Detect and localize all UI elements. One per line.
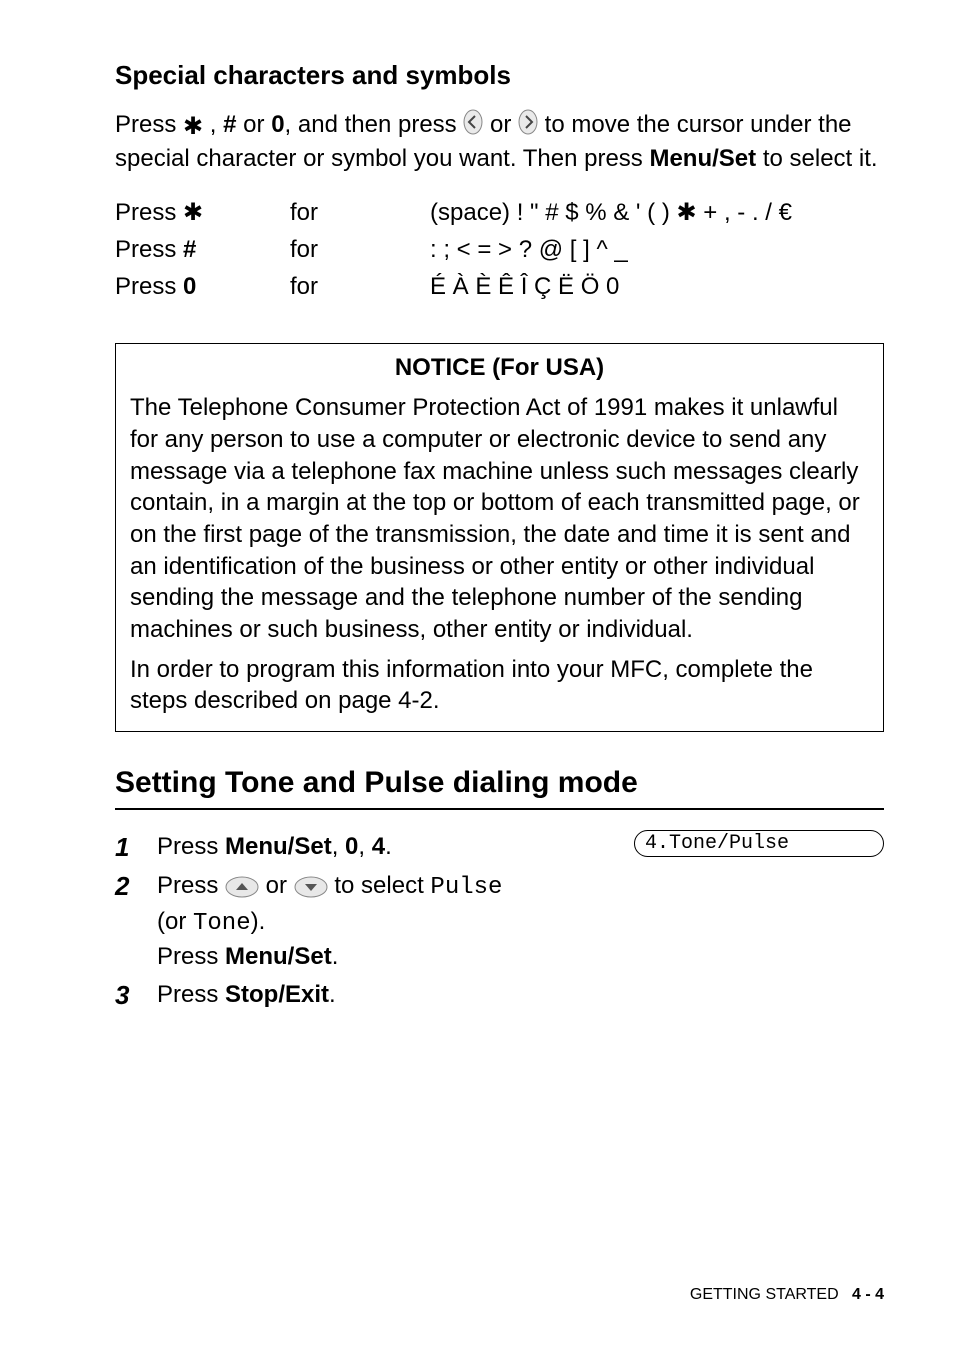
step-number: 3 xyxy=(115,978,157,1013)
cell-text: : ; < = > ? @ [ ] ^ _ xyxy=(430,231,884,268)
step-number: 1 xyxy=(115,830,157,865)
cell-text: Press xyxy=(115,273,183,300)
text: . xyxy=(385,833,392,860)
cursor-right-icon xyxy=(518,109,538,135)
text: Press xyxy=(157,872,225,899)
cell-text: (space) ! " # $ % & ' ( ) ✱ + , - . / € xyxy=(430,194,884,231)
cell-text: for xyxy=(290,268,430,305)
notice-title: NOTICE (For USA) xyxy=(130,354,869,382)
cell-text: for xyxy=(290,194,430,231)
section-heading: Setting Tone and Pulse dialing mode xyxy=(115,766,884,800)
text: (or xyxy=(157,908,193,935)
hash-key: # xyxy=(223,111,236,138)
table-row: Press # for : ; < = > ? @ [ ] ^ _ xyxy=(115,231,884,268)
text: , xyxy=(203,111,223,138)
option-pulse: Pulse xyxy=(430,874,502,901)
step-number: 2 xyxy=(115,869,157,904)
star-key-icon: ✱ xyxy=(183,111,203,143)
cell-text: for xyxy=(290,231,430,268)
page-footer: GETTING STARTED 4 - 4 xyxy=(690,1286,884,1304)
text: , and then press xyxy=(285,111,464,138)
lcd-display: 4.Tone/Pulse xyxy=(634,830,884,857)
text: . xyxy=(332,943,339,970)
text: Press xyxy=(115,111,183,138)
cell-text: É À È Ê Î Ç Ë Ö 0 xyxy=(430,268,884,305)
intro-paragraph: Press ✱ , # or 0, and then press or to m… xyxy=(115,109,884,176)
hash-key: # xyxy=(183,236,196,263)
text: Press xyxy=(157,943,225,970)
table-row: Press 0 for É À È Ê Î Ç Ë Ö 0 xyxy=(115,268,884,305)
footer-section-label: GETTING STARTED xyxy=(690,1286,839,1303)
cursor-down-icon xyxy=(294,876,328,898)
option-tone: Tone xyxy=(193,910,251,937)
key-label: 0 xyxy=(345,833,358,860)
special-char-table: Press ✱ for (space) ! " # $ % & ' ( ) ✱ … xyxy=(115,194,884,306)
text: , xyxy=(358,833,371,860)
zero-key: 0 xyxy=(183,273,196,300)
steps-list: 4.Tone/Pulse 1 Press Menu/Set, 0, 4. 2 P… xyxy=(115,830,884,1013)
text: Press xyxy=(157,981,225,1008)
key-label: 4 xyxy=(372,833,385,860)
menu-set-label: Menu/Set xyxy=(649,145,756,172)
text: to select it. xyxy=(756,145,877,172)
special-characters-heading: Special characters and symbols xyxy=(115,60,884,91)
notice-paragraph: In order to program this information int… xyxy=(130,654,869,717)
step-2: 2 Press or to select Pulse (or Tone). Pr… xyxy=(115,869,884,974)
table-row: Press ✱ for (space) ! " # $ % & ' ( ) ✱ … xyxy=(115,194,884,231)
stop-exit-label: Stop/Exit xyxy=(225,981,329,1008)
menu-set-label: Menu/Set xyxy=(225,943,332,970)
text: or xyxy=(237,111,272,138)
cursor-left-icon xyxy=(463,109,483,135)
section-rule xyxy=(115,808,884,810)
text: or xyxy=(483,111,518,138)
step-3: 3 Press Stop/Exit. xyxy=(115,978,884,1013)
cell-text: Press xyxy=(115,199,183,226)
menu-set-label: Menu/Set xyxy=(225,833,332,860)
notice-box: NOTICE (For USA) The Telephone Consumer … xyxy=(115,343,884,732)
zero-key: 0 xyxy=(271,111,284,138)
page-number: 4 - 4 xyxy=(852,1286,884,1303)
text: Press xyxy=(157,833,225,860)
star-key-icon: ✱ xyxy=(183,199,203,226)
text: or xyxy=(259,872,294,899)
notice-paragraph: The Telephone Consumer Protection Act of… xyxy=(130,392,869,645)
text: ). xyxy=(251,908,266,935)
text: , xyxy=(332,833,345,860)
text: . xyxy=(329,981,336,1008)
text: to select xyxy=(328,872,431,899)
cell-text: Press xyxy=(115,236,183,263)
cursor-up-icon xyxy=(225,876,259,898)
